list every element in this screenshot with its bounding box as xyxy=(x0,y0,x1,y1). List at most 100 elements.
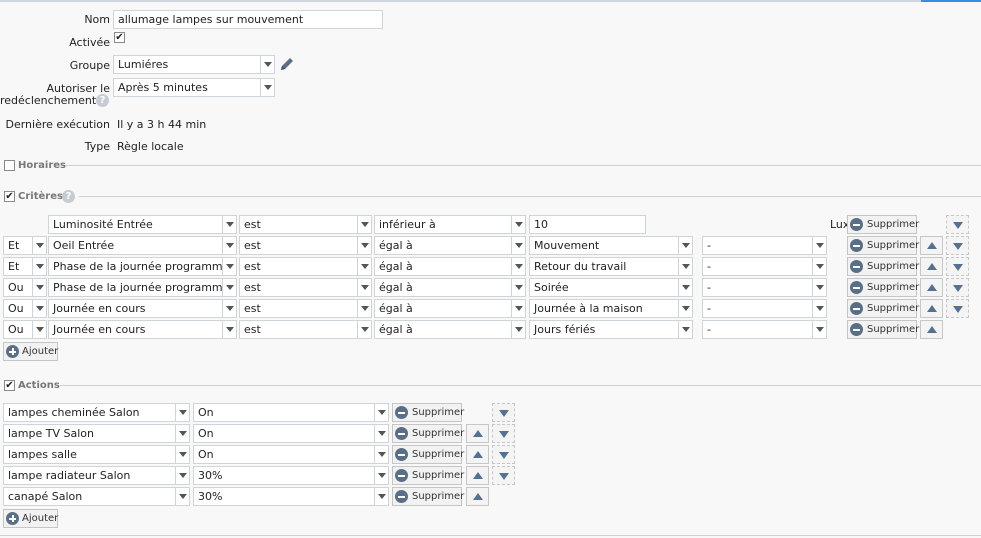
delete-button[interactable]: Supprimer xyxy=(847,299,919,318)
action-device-select[interactable]: canapé Salon xyxy=(3,487,190,506)
schedules-checkbox[interactable] xyxy=(4,160,15,171)
criterion-device-select[interactable]: Luminosité Entrée xyxy=(48,215,237,234)
move-up-button[interactable] xyxy=(920,299,943,318)
move-up-button[interactable] xyxy=(920,278,943,297)
move-up-button[interactable] xyxy=(920,320,943,339)
delete-button[interactable]: Supprimer xyxy=(847,257,919,276)
arrow-up-icon xyxy=(927,326,937,333)
action-device-select[interactable]: lampe radiateur Salon xyxy=(3,466,190,485)
criterion-device-select[interactable]: Journée en cours xyxy=(48,320,237,339)
criterion-operator-select[interactable]: égal à xyxy=(374,299,526,318)
criterion-operator-select[interactable]: inférieur à xyxy=(374,215,526,234)
enabled-checkbox[interactable]: ✔ xyxy=(114,32,125,43)
delete-button[interactable]: Supprimer xyxy=(847,215,919,234)
add-criterion-button[interactable]: Ajouter xyxy=(3,342,58,361)
criterion-verb-select[interactable]: est xyxy=(239,215,372,234)
chevron-down-icon xyxy=(812,237,826,254)
criterion-extra-select[interactable]: - xyxy=(702,299,827,318)
move-up-button[interactable] xyxy=(466,445,489,464)
action-value-select[interactable]: On xyxy=(193,403,389,422)
move-down-button[interactable] xyxy=(946,257,969,276)
delete-button[interactable]: Supprimer xyxy=(392,445,464,464)
move-up-button[interactable] xyxy=(466,466,489,485)
criterion-verb-select[interactable]: est xyxy=(239,299,372,318)
action-value-select[interactable]: 30% xyxy=(193,466,389,485)
criterion-operator-select[interactable]: égal à xyxy=(374,257,526,276)
move-down-button[interactable] xyxy=(946,236,969,255)
action-value-select[interactable]: On xyxy=(193,424,389,443)
delete-label: Supprimer xyxy=(867,240,920,251)
delete-button[interactable]: Supprimer xyxy=(847,278,919,297)
criterion-extra-select[interactable]: - xyxy=(702,257,827,276)
move-down-button[interactable] xyxy=(946,278,969,297)
criterion-conjunction-select[interactable]: Ou xyxy=(3,278,47,297)
criterion-verb-select[interactable]: est xyxy=(239,236,372,255)
delete-button[interactable]: Supprimer xyxy=(847,236,920,255)
delete-button[interactable]: Supprimer xyxy=(392,466,464,485)
delete-button[interactable]: Supprimer xyxy=(392,424,464,443)
criterion-operator-select[interactable]: égal à xyxy=(374,320,526,339)
move-down-button[interactable] xyxy=(492,424,515,443)
add-criterion-label: Ajouter xyxy=(22,346,59,357)
delete-button[interactable]: Supprimer xyxy=(392,487,464,506)
criterion-operator-select[interactable]: égal à xyxy=(374,278,526,297)
action-device-select[interactable]: lampe TV Salon xyxy=(3,424,190,443)
criterion-device-select[interactable]: Oeil Entrée xyxy=(48,236,237,255)
chevron-down-icon xyxy=(260,79,274,96)
move-down-button[interactable] xyxy=(946,299,969,318)
delete-button[interactable]: Supprimer xyxy=(847,320,919,339)
move-up-button[interactable] xyxy=(466,424,489,443)
criterion-verb-select[interactable]: est xyxy=(239,278,372,297)
criterion-value-select[interactable]: Soirée xyxy=(529,278,693,297)
criterion-extra-select[interactable]: - xyxy=(702,278,827,297)
criterion-extra-select[interactable]: - xyxy=(702,236,827,255)
move-up-button[interactable] xyxy=(920,257,943,276)
action-device-select[interactable]: lampes cheminée Salon xyxy=(3,403,190,422)
criteria-checkbox[interactable]: ✔ xyxy=(4,191,15,202)
move-up-button[interactable] xyxy=(466,487,489,506)
move-down-button[interactable] xyxy=(492,403,515,422)
move-down-button[interactable] xyxy=(492,445,515,464)
criterion-operator-select[interactable]: égal à xyxy=(374,236,526,255)
move-down-button[interactable] xyxy=(492,466,515,485)
chevron-down-icon xyxy=(175,488,189,505)
help-icon[interactable]: ? xyxy=(62,190,75,203)
criterion-value-select[interactable]: Retour du travail xyxy=(529,257,693,276)
chevron-down-icon xyxy=(374,467,388,484)
action-device-select[interactable]: lampes salle xyxy=(3,445,190,464)
action-value-select[interactable]: 30% xyxy=(193,487,389,506)
criterion-device-select[interactable]: Journée en cours xyxy=(48,299,237,318)
move-down-button[interactable] xyxy=(946,215,969,234)
delete-label: Supprimer xyxy=(412,407,465,418)
criterion-verb-select[interactable]: est xyxy=(239,320,372,339)
criterion-verb-select[interactable]: est xyxy=(239,257,372,276)
pencil-icon[interactable] xyxy=(279,56,295,72)
criterion-conjunction-select[interactable]: Ou xyxy=(3,320,47,339)
criterion-value-select[interactable]: Jours fériés xyxy=(529,320,693,339)
criterion-conjunction-select[interactable]: Ou xyxy=(3,299,47,318)
add-action-button[interactable]: Ajouter xyxy=(3,509,58,528)
criterion-device-select-value: Journée en cours xyxy=(53,323,146,336)
help-icon[interactable]: ? xyxy=(96,94,109,107)
actions-checkbox[interactable]: ✔ xyxy=(4,380,15,391)
minus-circle-icon xyxy=(850,323,863,336)
chevron-down-icon xyxy=(357,237,371,254)
group-select[interactable]: Lumiéres xyxy=(113,55,275,74)
criterion-extra-select-value: - xyxy=(707,302,711,315)
criterion-conjunction-select[interactable]: Et xyxy=(3,257,47,276)
criterion-value-select[interactable]: Mouvement xyxy=(529,236,693,255)
criterion-device-select[interactable]: Phase de la journée programmatio xyxy=(48,278,237,297)
move-up-button[interactable] xyxy=(920,236,943,255)
retrigger-select[interactable]: Après 5 minutes xyxy=(113,78,275,97)
criterion-device-select[interactable]: Phase de la journée programmatio xyxy=(48,257,237,276)
criterion-value-select[interactable]: Journée à la maison xyxy=(529,299,693,318)
name-input[interactable]: allumage lampes sur mouvement xyxy=(113,10,383,29)
criterion-conjunction-select[interactable]: Et xyxy=(3,236,47,255)
delete-button[interactable]: Supprimer xyxy=(392,403,465,422)
action-value-select[interactable]: On xyxy=(193,445,389,464)
add-action-label: Ajouter xyxy=(22,513,59,524)
chevron-down-icon xyxy=(357,279,371,296)
criterion-value-input[interactable]: 10 xyxy=(529,215,646,234)
chevron-down-icon xyxy=(32,258,46,275)
criterion-extra-select[interactable]: - xyxy=(702,320,827,339)
